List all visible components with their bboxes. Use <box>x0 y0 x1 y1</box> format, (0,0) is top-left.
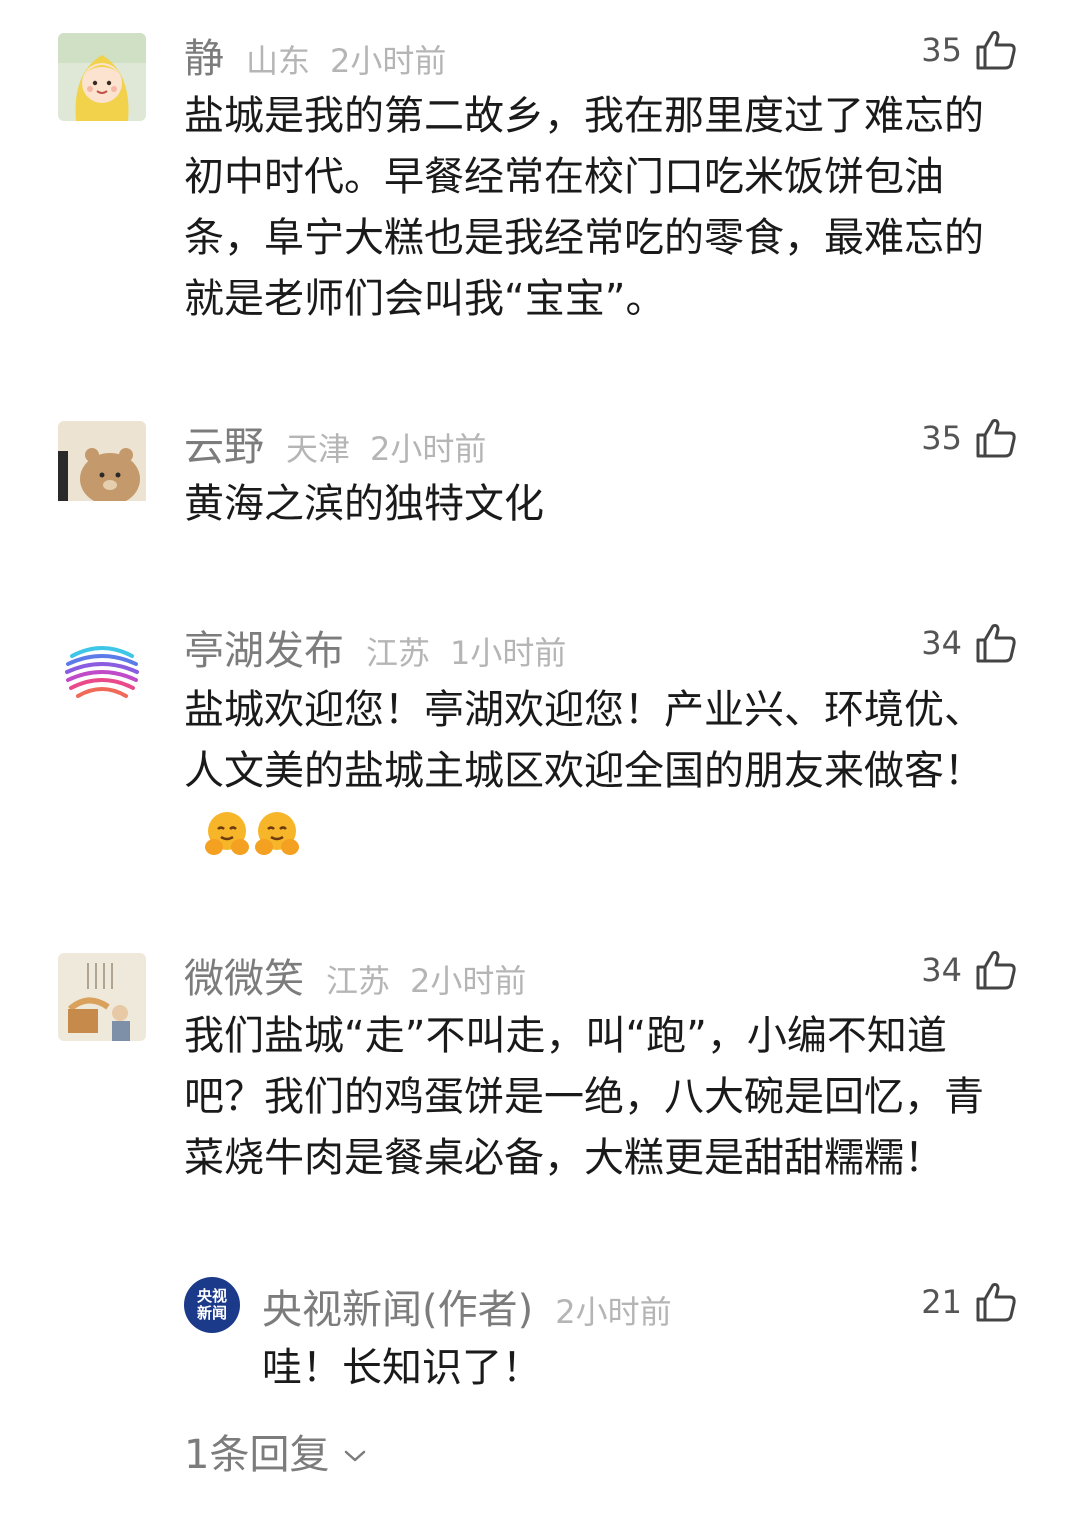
more-replies-label: 1条回复 <box>184 1432 330 1478</box>
reply-meta: 央视新闻(作者) 2小时前 <box>262 1277 692 1333</box>
user-name[interactable]: 静 <box>184 26 224 84</box>
cartoon-bear-avatar-icon <box>58 421 146 509</box>
girl-raincoat-avatar-icon <box>58 33 146 121</box>
comment-meta: 微微笑 江苏 2小时前 <box>184 946 546 1002</box>
comment-text-body: 盐城欢迎您！亭湖欢迎您！产业兴、环境优、人文美的盐城主城区欢迎全国的朋友来做客！ <box>184 687 984 794</box>
thumbs-up-icon[interactable] <box>974 1280 1018 1324</box>
like-count: 35 <box>921 31 962 69</box>
comment-text: 盐城欢迎您！亭湖欢迎您！产业兴、环境优、人文美的盐城主城区欢迎全国的朋友来做客！ <box>184 680 1014 863</box>
comment-time: 1小时前 <box>450 634 567 672</box>
user-name[interactable]: 微微笑 <box>184 946 304 1004</box>
thumbs-up-icon[interactable] <box>974 621 1018 665</box>
comment-time: 2小时前 <box>370 430 487 468</box>
user-name[interactable]: 亭湖发布 <box>184 618 344 676</box>
comment-meta: 云野 天津 2小时前 <box>184 414 506 470</box>
comment-meta: 亭湖发布 江苏 1小时前 <box>184 618 586 674</box>
like-count: 21 <box>921 1283 962 1321</box>
user-avatar[interactable] <box>58 953 146 1041</box>
thumbs-up-icon[interactable] <box>974 416 1018 460</box>
reply-text: 哇！长知识了！ <box>262 1345 542 1391</box>
avatar-text-line1: 央视 <box>196 1287 227 1305</box>
reply-time: 2小时前 <box>555 1293 672 1331</box>
striped-sphere-logo-avatar-icon <box>58 626 146 714</box>
illustration-avatar-icon <box>58 953 146 1041</box>
comment-meta: 静 山东 2小时前 <box>184 26 466 82</box>
expand-replies-button[interactable]: 1条回复 <box>184 1422 367 1480</box>
comment-text: 我们盐城“走”不叫走，叫“跑”，小编不知道吧？我们的鸡蛋饼是一绝，八大碗是回忆，… <box>184 1013 984 1181</box>
comment-text: 盐城是我的第二故乡，我在那里度过了难忘的初中时代。早餐经常在校门口吃米饭饼包油条… <box>184 93 984 322</box>
like-button[interactable]: 21 <box>921 1276 1018 1328</box>
user-avatar[interactable] <box>58 421 146 509</box>
like-count: 34 <box>921 624 962 662</box>
user-avatar[interactable] <box>58 33 146 121</box>
author-avatar[interactable]: 央视 新闻 <box>184 1277 240 1333</box>
like-count: 34 <box>921 951 962 989</box>
author-name[interactable]: 央视新闻(作者) <box>262 1277 533 1335</box>
like-button[interactable]: 35 <box>921 24 1018 76</box>
comment-text: 黄海之滨的独特文化 <box>184 481 544 527</box>
hugging-face-emoji-icon <box>202 809 302 859</box>
like-button[interactable]: 34 <box>921 944 1018 996</box>
chevron-down-icon <box>343 1428 367 1474</box>
like-button[interactable]: 34 <box>921 617 1018 669</box>
thumbs-up-icon[interactable] <box>974 28 1018 72</box>
thumbs-up-icon[interactable] <box>974 948 1018 992</box>
avatar-text-line2: 新闻 <box>196 1304 227 1322</box>
user-location: 江苏 <box>326 962 391 1000</box>
user-location: 江苏 <box>366 634 431 672</box>
user-location: 天津 <box>286 430 351 468</box>
comment-time: 2小时前 <box>410 962 527 1000</box>
like-button[interactable]: 35 <box>921 412 1018 464</box>
user-name[interactable]: 云野 <box>184 414 264 472</box>
comment-time: 2小时前 <box>330 42 447 80</box>
user-avatar[interactable] <box>58 626 146 714</box>
user-location: 山东 <box>246 42 311 80</box>
like-count: 35 <box>921 419 962 457</box>
